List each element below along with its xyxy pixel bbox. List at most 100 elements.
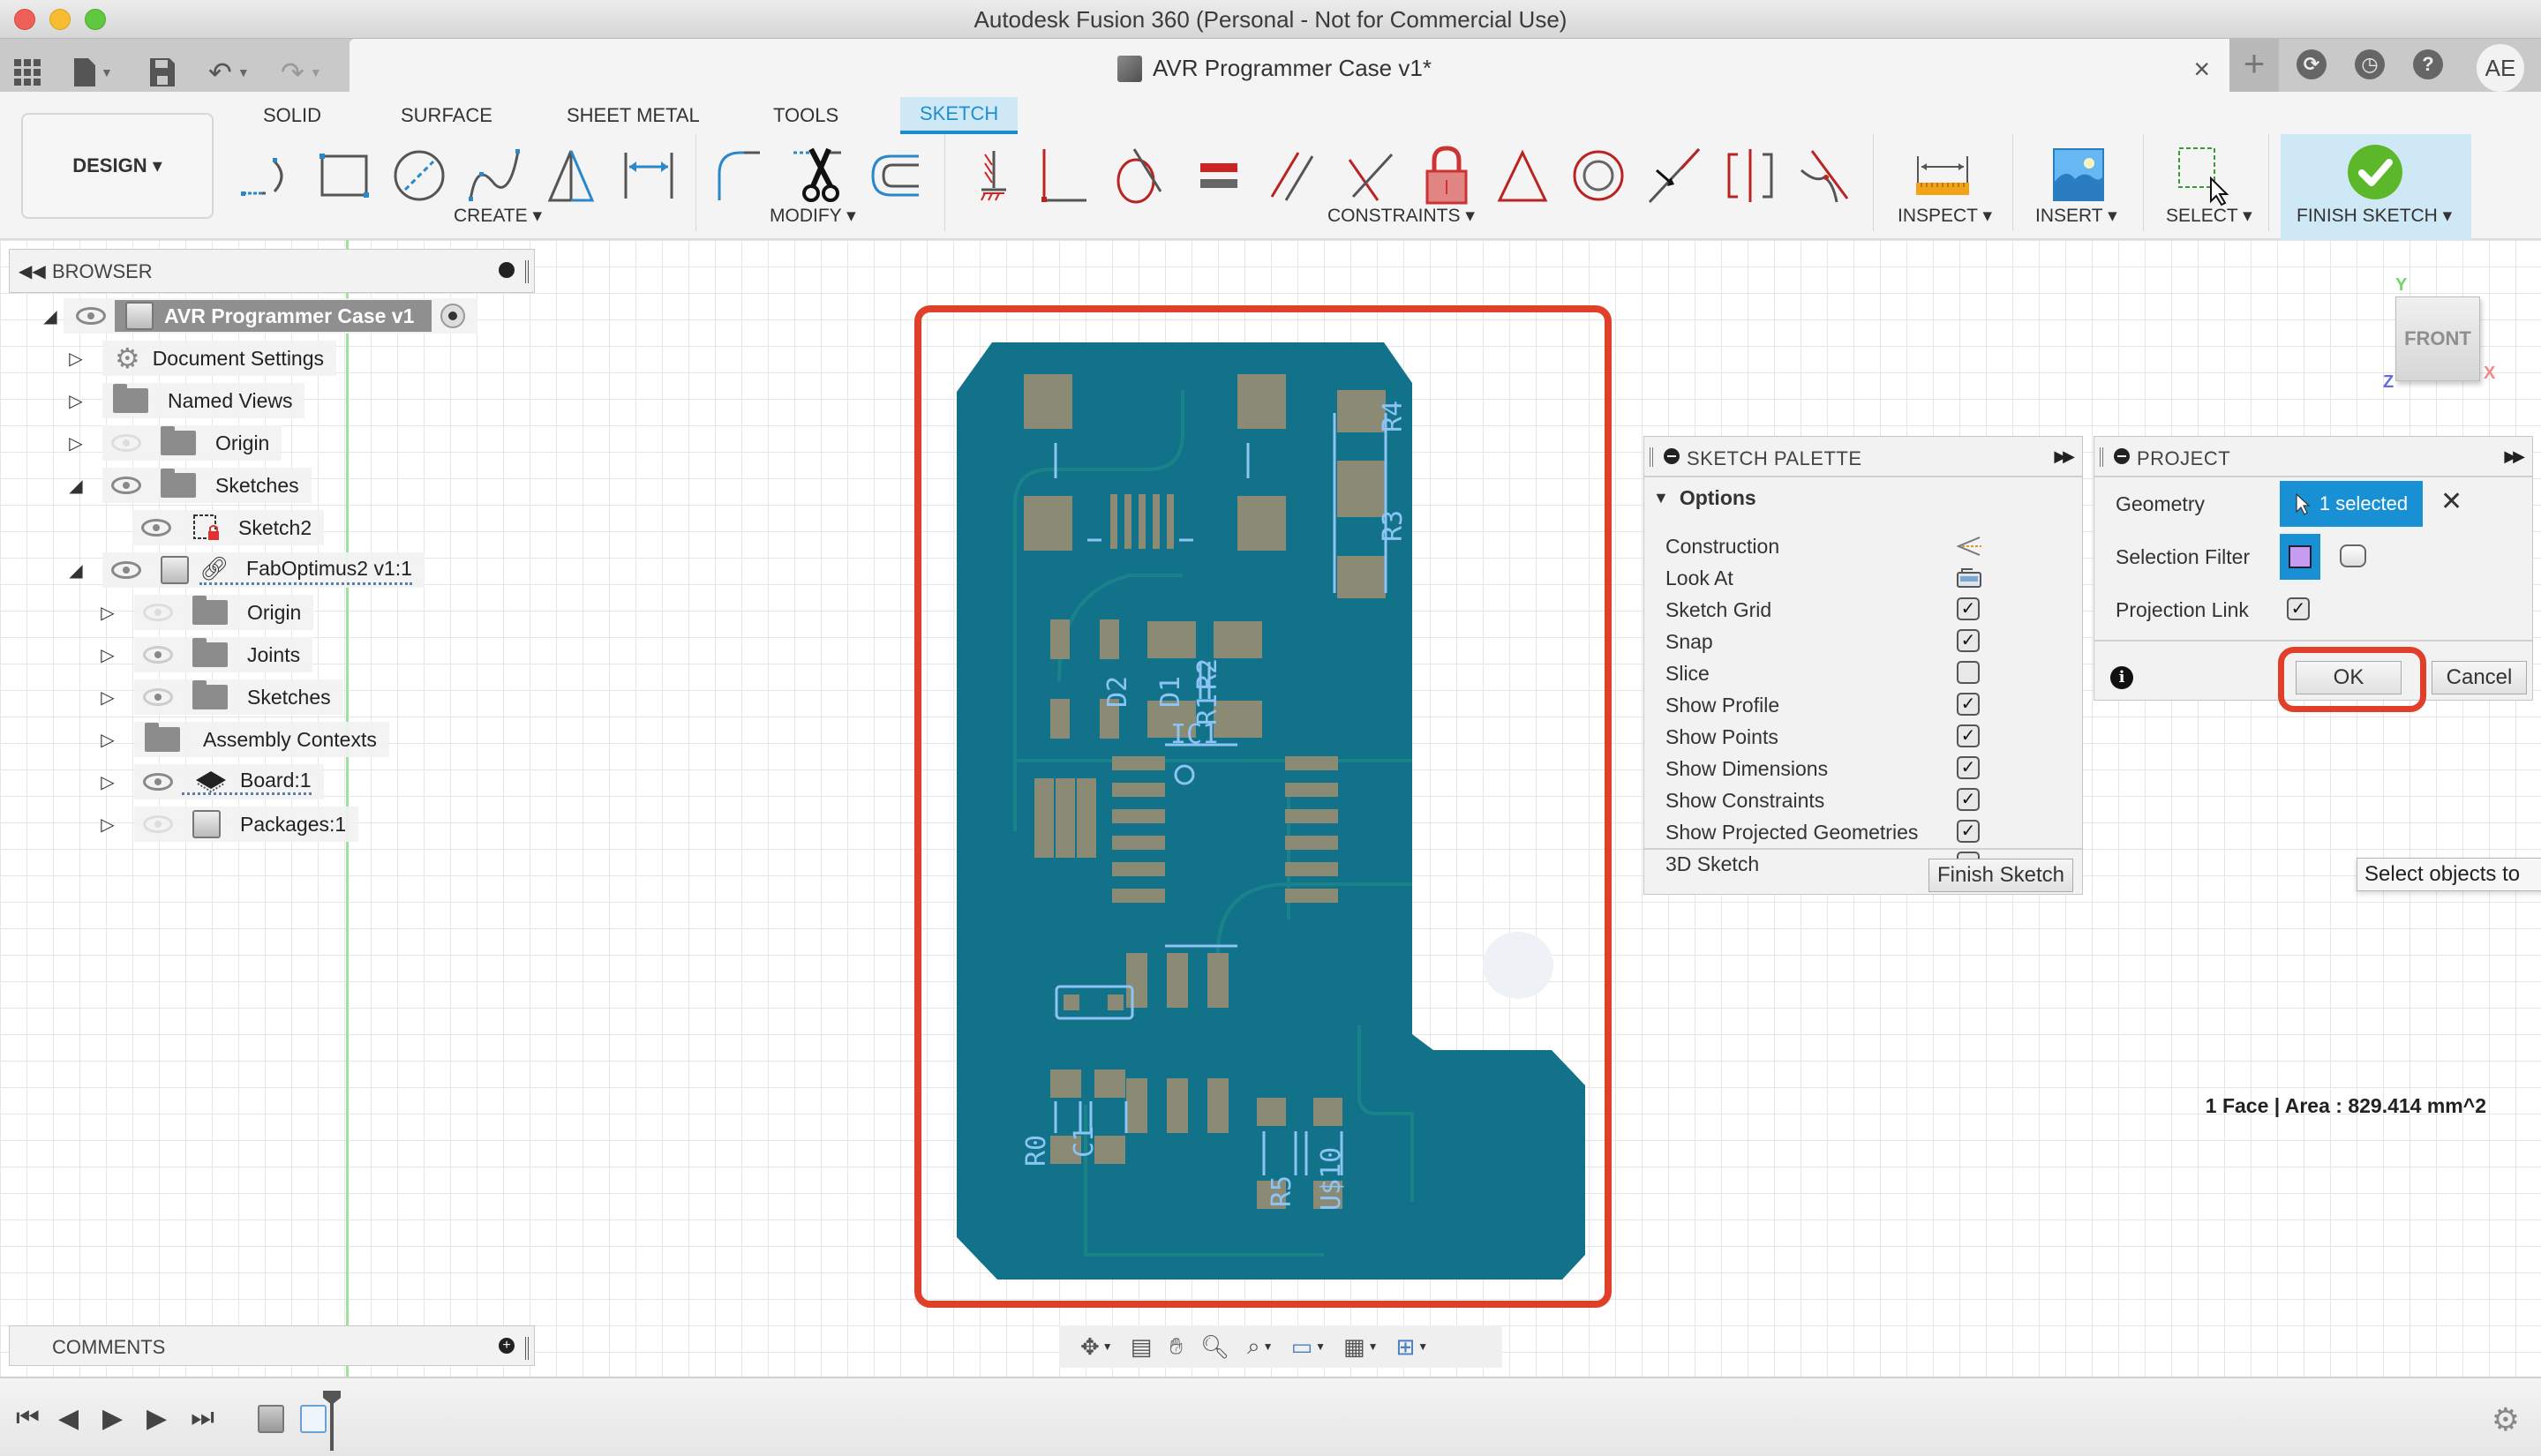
browser-pin-icon[interactable]	[499, 262, 515, 278]
parallel-constraint-button[interactable]	[1264, 145, 1326, 206]
project-dialog-header[interactable]: PROJECT ▶▶	[2094, 437, 2532, 477]
go-to-end-button[interactable]: ⏭	[191, 1403, 214, 1433]
viewcube[interactable]: FRONT	[2395, 296, 2480, 381]
expand-arrow-icon[interactable]: ▷	[67, 390, 85, 412]
modify-menu[interactable]: MODIFY ▾	[770, 205, 856, 227]
concentric-constraint-button[interactable]	[1567, 145, 1629, 206]
select-tool-button[interactable]	[2173, 145, 2235, 206]
projection-link-checkbox[interactable]: ✓	[2287, 597, 2310, 620]
tab-tools[interactable]: TOOLS	[764, 97, 847, 134]
timeline-settings-gear-icon[interactable]: ⚙	[2492, 1401, 2520, 1438]
mirror-tool-button[interactable]	[540, 145, 602, 206]
pan-button[interactable]: ✋︎	[1162, 1329, 1190, 1364]
browser-item-packages[interactable]: ▷ Packages:1	[99, 807, 359, 842]
collapse-palette-icon[interactable]	[1664, 448, 1680, 464]
filter-bodies-button[interactable]	[2340, 544, 2366, 567]
symmetry-constraint-button[interactable]	[1719, 145, 1781, 206]
close-tab-button[interactable]: ×	[2193, 53, 2210, 86]
timeline-feature-sketch[interactable]	[300, 1405, 327, 1433]
collinear-constraint-button[interactable]	[1340, 145, 1402, 206]
hidden-eye-icon[interactable]	[111, 434, 141, 452]
browser-item-board[interactable]: ▷ Board:1	[99, 764, 324, 799]
filter-faces-button[interactable]	[2280, 534, 2320, 580]
browser-item-origin-sub[interactable]: ▷ Origin	[99, 595, 314, 630]
expand-arrow-icon[interactable]: ▷	[67, 348, 85, 370]
workspace-switcher[interactable]: DESIGN ▾	[21, 113, 214, 219]
cancel-button[interactable]: Cancel	[2432, 661, 2527, 694]
play-button[interactable]: ▶	[102, 1403, 123, 1434]
select-menu[interactable]: SELECT ▾	[2166, 205, 2252, 227]
visibility-eye-icon[interactable]	[111, 477, 141, 494]
palette-option-checkbox[interactable]	[1957, 661, 1980, 684]
hidden-eye-icon[interactable]	[143, 815, 173, 833]
timeline-feature-link[interactable]	[258, 1405, 284, 1433]
palette-option-checkbox[interactable]: ✓	[1957, 724, 1980, 747]
collapse-dialog-icon[interactable]	[2114, 448, 2130, 464]
zoom-button[interactable]: 🔍︎	[1193, 1329, 1237, 1364]
palette-option-checkbox[interactable]: ✓	[1957, 693, 1980, 716]
tangent-constraint-button[interactable]	[1109, 145, 1170, 206]
visibility-eye-icon[interactable]	[111, 561, 141, 579]
browser-item-joints[interactable]: ▷ Joints	[99, 637, 313, 672]
inspect-menu[interactable]: INSPECT ▾	[1898, 205, 1992, 227]
browser-item-assembly-contexts[interactable]: ▷ Assembly Contexts	[99, 722, 389, 757]
constraints-menu[interactable]: CONSTRAINTS ▾	[1327, 205, 1475, 227]
tab-surface[interactable]: SURFACE	[392, 97, 501, 134]
graphics-canvas[interactable]: ◀◀ BROWSER ◢ AVR Programmer Case v1 ▷ ⚙ D…	[0, 240, 2541, 1377]
finish-sketch-palette-button[interactable]: Finish Sketch	[1928, 859, 2073, 892]
palette-option-checkbox[interactable]: ✓	[1957, 788, 1980, 811]
expand-palette-icon[interactable]: ▶▶	[2054, 447, 2075, 466]
browser-item-sketches[interactable]: ◢ Sketches	[67, 468, 312, 503]
perpendicular-constraint-button[interactable]	[1033, 145, 1094, 206]
panel-resize-grip[interactable]	[525, 260, 529, 283]
expand-arrow-icon[interactable]: ▷	[99, 644, 117, 666]
visibility-eye-icon[interactable]	[143, 773, 173, 791]
undo-button[interactable]: ↶ ▼	[208, 55, 250, 90]
browser-item-named-views[interactable]: ▷ Named Views	[67, 383, 305, 418]
user-avatar[interactable]: AE	[2477, 44, 2524, 92]
expand-arrow-icon[interactable]: ▷	[99, 814, 117, 836]
visibility-eye-icon[interactable]	[143, 646, 173, 664]
collapse-browser-button[interactable]: ◀◀	[19, 260, 46, 282]
fillet-tool-button[interactable]	[711, 145, 773, 206]
palette-option-checkbox[interactable]: ✓	[1957, 756, 1980, 779]
expand-arrow-icon[interactable]: ▷	[67, 432, 85, 454]
visibility-eye-icon[interactable]	[143, 688, 173, 706]
job-status-icon[interactable]: ⟳	[2297, 49, 2327, 79]
geometry-selection-button[interactable]: 1 selected	[2280, 481, 2423, 527]
add-comment-icon[interactable]: +	[499, 1338, 515, 1354]
browser-item-sketches-sub[interactable]: ▷ Sketches	[99, 679, 343, 715]
expand-arrow-icon[interactable]: ▷	[99, 771, 117, 793]
collapse-arrow-icon[interactable]: ◢	[67, 559, 85, 582]
coincident-constraint-button[interactable]	[962, 145, 1024, 206]
expand-arrow-icon[interactable]: ▷	[99, 729, 117, 751]
fix-unfix-constraint-button[interactable]	[1416, 145, 1477, 206]
equal-constraint-button[interactable]	[1188, 145, 1250, 206]
sketch-palette-header[interactable]: SKETCH PALETTE ▶▶	[1644, 437, 2082, 477]
coincident-point-constraint-button[interactable]	[1643, 145, 1705, 206]
redo-button[interactable]: ↷ ▼	[281, 55, 322, 90]
clear-selection-icon[interactable]: ✕	[2440, 486, 2462, 517]
notifications-clock-icon[interactable]: ◷	[2355, 49, 2385, 79]
measure-tool-button[interactable]	[1912, 145, 1973, 206]
fit-button[interactable]: ⌕ ▼	[1240, 1329, 1280, 1364]
browser-item-document-settings[interactable]: ▷ ⚙ Document Settings	[67, 341, 337, 376]
collapse-arrow-icon[interactable]: ◢	[67, 475, 85, 497]
file-menu-button[interactable]: ▼	[74, 55, 113, 90]
offset-tool-button[interactable]	[863, 145, 925, 206]
timeline-marker[interactable]	[330, 1396, 334, 1451]
palette-option-checkbox[interactable]: ✓	[1957, 597, 1980, 620]
step-forward-button[interactable]: ▶	[147, 1403, 167, 1434]
collapse-arrow-icon[interactable]: ◢	[37, 305, 64, 327]
orbit-button[interactable]: ✥ ▼	[1073, 1329, 1120, 1364]
options-section-toggle[interactable]: ▼ Options	[1653, 486, 1756, 510]
look-at-icon[interactable]	[1955, 566, 1983, 590]
spline-tool-button[interactable]	[464, 145, 526, 206]
trim-tool-button[interactable]	[787, 145, 849, 206]
insert-menu[interactable]: INSERT ▾	[2035, 205, 2117, 227]
dimension-tool-button[interactable]	[618, 145, 680, 206]
step-back-button[interactable]: ◀	[58, 1403, 79, 1434]
line-tool-button[interactable]	[237, 145, 298, 206]
midpoint-constraint-button[interactable]	[1492, 145, 1553, 206]
help-icon[interactable]: ?	[2413, 49, 2443, 79]
